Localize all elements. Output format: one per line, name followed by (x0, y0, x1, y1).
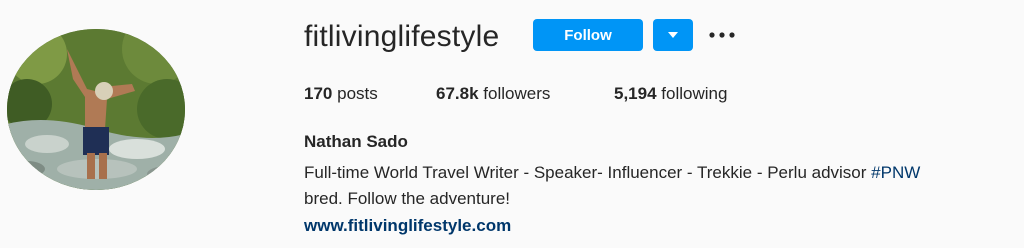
username: fitlivinglifestyle (304, 20, 500, 53)
followers-stat[interactable]: 67.8k followers (436, 83, 550, 105)
following-count: 5,194 (614, 84, 657, 103)
bio-line-1: Full-time World Travel Writer - Speaker-… (304, 163, 872, 182)
avatar[interactable] (7, 29, 185, 190)
following-stat[interactable]: 5,194 following (614, 83, 727, 105)
website-link[interactable]: www.fitlivinglifestyle.com (304, 215, 511, 237)
followers-count: 67.8k (436, 84, 479, 103)
follow-options-button[interactable] (653, 19, 693, 51)
bio-hashtag-link[interactable]: #PNW (871, 163, 920, 182)
posts-stat: 170 posts (304, 83, 378, 105)
bio-line-2: bred. Follow the adventure! (304, 189, 511, 208)
follow-button[interactable]: Follow (533, 19, 643, 51)
profile-header: fitlivinglifestyle Follow 170 posts 67.8… (0, 0, 1024, 248)
posts-count: 170 (304, 84, 333, 103)
full-name: Nathan Sado (304, 132, 408, 151)
avatar-photo (7, 29, 185, 190)
bio: Full-time World Travel Writer - Speaker-… (304, 160, 1024, 212)
more-options-button[interactable] (704, 23, 740, 47)
following-label: following (661, 84, 728, 103)
more-options-icon (709, 32, 735, 38)
caret-down-icon (668, 32, 678, 38)
followers-label: followers (483, 84, 551, 103)
posts-label: posts (337, 84, 378, 103)
